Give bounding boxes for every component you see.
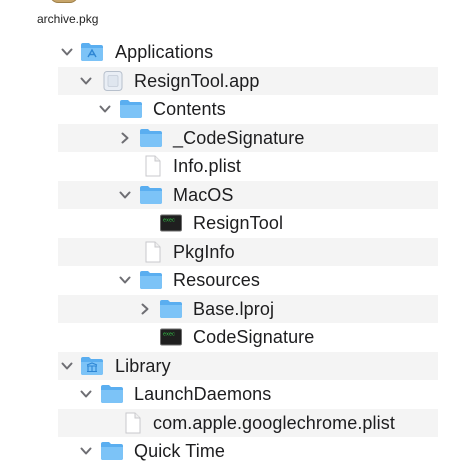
chevron-down-icon[interactable]	[118, 188, 132, 202]
tree-row-label: PkgInfo	[173, 241, 235, 262]
tree-row-label: ResignTool	[193, 213, 284, 233]
folder-icon	[139, 127, 163, 149]
terminal-executable-icon: exec	[159, 326, 183, 348]
chevron-down-icon[interactable]	[98, 102, 112, 116]
folder-library-icon	[80, 355, 104, 377]
tree-row-label: Info.plist	[173, 156, 242, 176]
tree-row-label: Base.lproj	[193, 298, 275, 319]
tree-row-codesignature-binary[interactable]: exec CodeSignature	[0, 323, 465, 352]
folder-icon	[159, 298, 183, 320]
tree-row-macos[interactable]: MacOS	[0, 180, 465, 210]
tree-row-label: Quick Time	[134, 441, 226, 461]
tree-row-label: LaunchDaemons	[134, 384, 272, 404]
chevron-down-icon[interactable]	[79, 74, 93, 88]
tree-row-label: com.apple.googlechrome.plist	[153, 412, 395, 433]
tree-row-base-lproj[interactable]: Base.lproj	[0, 294, 465, 324]
folder-icon	[100, 383, 124, 405]
tree-row-label: MacOS	[173, 184, 234, 205]
tree-row-resigntool-binary[interactable]: exec ResignTool	[0, 209, 465, 238]
tree-row-contents[interactable]: Contents	[0, 95, 465, 124]
chevron-down-icon[interactable]	[79, 387, 93, 401]
tree-row-label: Applications	[115, 42, 214, 62]
tree-row-library[interactable]: Library	[0, 351, 465, 381]
package-contents-tree: Applications ResignTool.app Contents _Co…	[0, 38, 465, 466]
tree-row-applications[interactable]: Applications	[0, 38, 465, 67]
folder-icon	[100, 440, 124, 462]
tree-row-pkginfo[interactable]: PkgInfo	[0, 237, 465, 267]
folder-icon	[139, 184, 163, 206]
svg-text:exec: exec	[163, 332, 175, 338]
tree-row-label: ResignTool.app	[134, 70, 260, 91]
tree-row-codesignature-dir[interactable]: _CodeSignature	[0, 123, 465, 153]
package-icon	[50, 0, 78, 3]
document-icon	[141, 155, 165, 177]
document-icon	[141, 241, 165, 263]
chevron-down-icon[interactable]	[60, 45, 74, 59]
chevron-right-icon[interactable]	[138, 302, 152, 316]
document-icon	[121, 412, 145, 434]
tree-row-info-plist[interactable]: Info.plist	[0, 152, 465, 181]
folder-icon	[139, 269, 163, 291]
tree-row-launchdaemons[interactable]: LaunchDaemons	[0, 380, 465, 409]
folder-applications-icon	[80, 41, 104, 63]
chevron-down-icon[interactable]	[79, 444, 93, 458]
tree-row-label: Resources	[173, 270, 260, 290]
chevron-down-icon[interactable]	[118, 273, 132, 287]
tree-row-resources[interactable]: Resources	[0, 266, 465, 295]
svg-text:exec: exec	[163, 218, 175, 224]
package-caption: archive.pkg	[37, 12, 99, 26]
tree-row-label: Library	[115, 355, 171, 376]
tree-row-label: CodeSignature	[193, 327, 315, 347]
chevron-right-icon[interactable]	[118, 131, 132, 145]
terminal-executable-icon: exec	[159, 212, 183, 234]
tree-row-googlechrome-plist[interactable]: com.apple.googlechrome.plist	[0, 408, 465, 438]
app-bundle-icon	[101, 70, 125, 92]
tree-row-quicktime[interactable]: Quick Time	[0, 437, 465, 466]
folder-icon	[119, 98, 143, 120]
tree-row-label: _CodeSignature	[173, 127, 305, 148]
tree-row-resigntool-app[interactable]: ResignTool.app	[0, 66, 465, 96]
chevron-down-icon[interactable]	[60, 359, 74, 373]
tree-row-label: Contents	[153, 99, 226, 119]
